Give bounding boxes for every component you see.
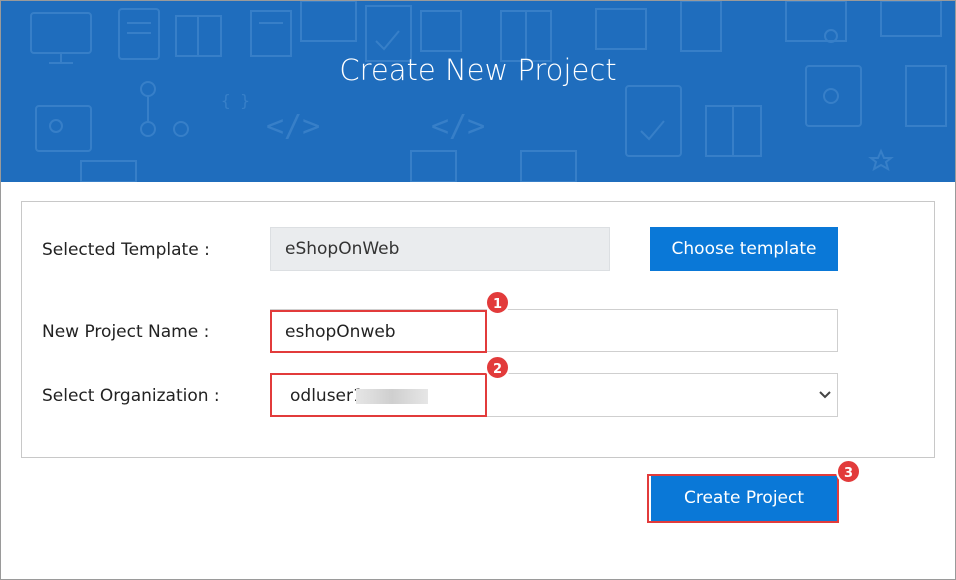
step-badge-3: 3 (836, 459, 861, 484)
step-badge-1: 1 (485, 290, 510, 315)
svg-text:{ }: { } (221, 91, 250, 110)
highlight-organization (270, 373, 487, 417)
selected-template-label: Selected Template : (42, 240, 210, 260)
page-title: Create New Project (339, 53, 617, 87)
chevron-down-icon[interactable] (816, 386, 834, 404)
organization-label: Select Organization : (42, 386, 220, 406)
header-banner: { } </> </> Create New Project (1, 1, 955, 182)
choose-template-button[interactable]: Choose template (650, 227, 838, 271)
header-pattern-decoration: { } </> </> (30, 1, 947, 182)
highlight-project-name (270, 310, 487, 353)
svg-text:</>: </> (431, 109, 485, 144)
svg-text:</>: </> (266, 109, 320, 144)
project-name-label: New Project Name : (42, 322, 210, 342)
selected-template-value: eShopOnWeb (285, 239, 400, 259)
highlight-create-project (647, 474, 839, 523)
step-badge-2: 2 (485, 355, 510, 380)
